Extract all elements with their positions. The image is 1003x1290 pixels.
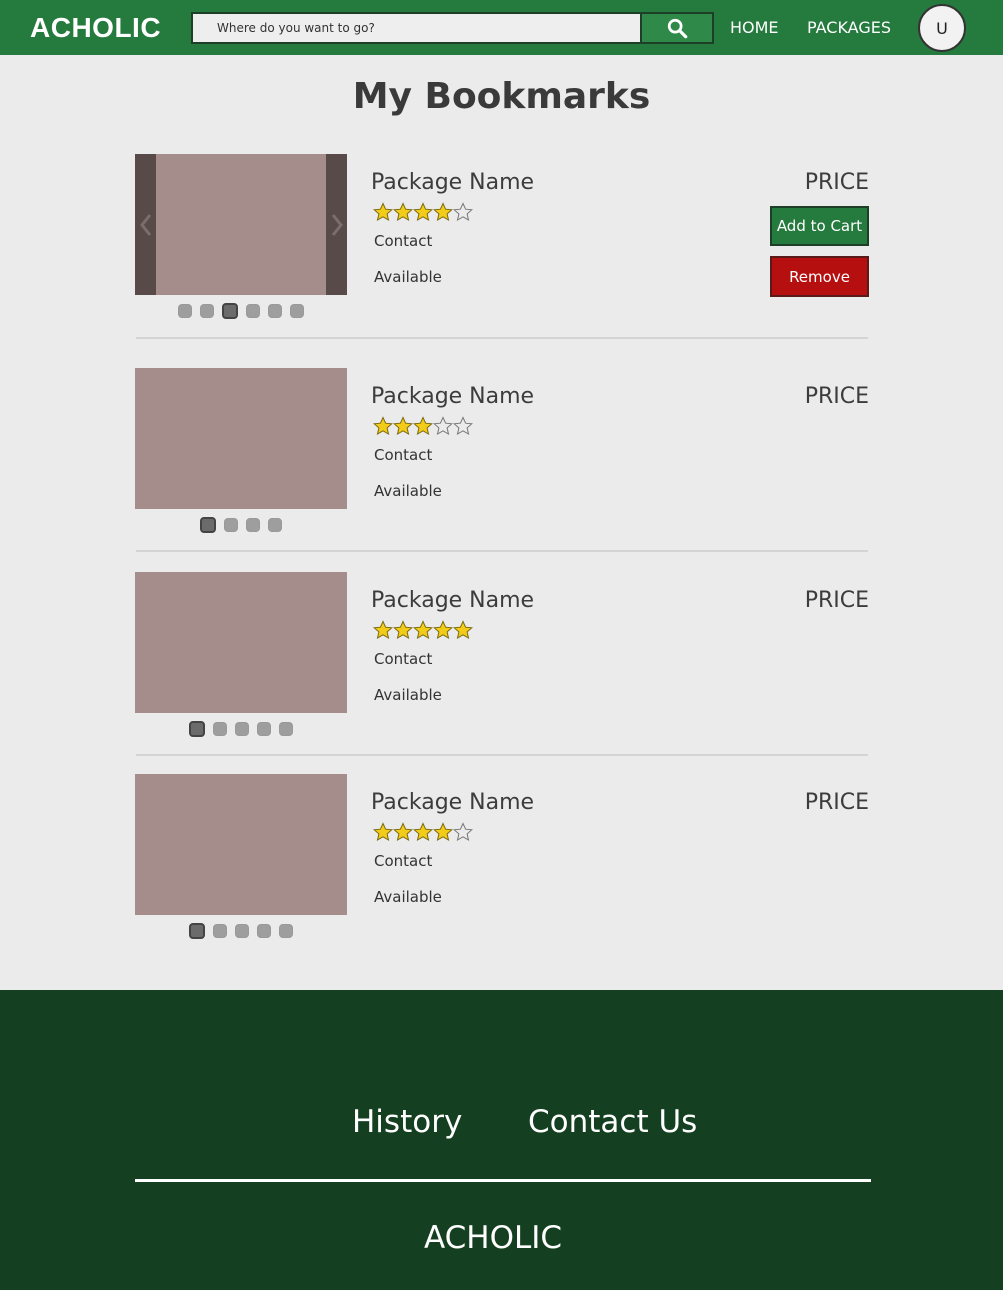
search-icon — [667, 18, 688, 39]
star-filled-icon — [393, 620, 413, 640]
add-to-cart-button[interactable]: Add to Cart — [770, 206, 869, 246]
footer-history-link[interactable]: History — [352, 1104, 462, 1140]
star-filled-icon — [413, 620, 433, 640]
package-availability: Available — [374, 888, 442, 906]
carousel-dot[interactable] — [189, 721, 205, 737]
package-contact: Contact — [374, 650, 433, 668]
top-navbar: ACHOLIC HOME PACKAGES U — [0, 0, 1003, 55]
star-rating — [373, 416, 473, 436]
star-rating — [373, 822, 473, 842]
search-bar — [191, 12, 714, 44]
bookmark-card: Package Name Contact Available PRICE Add… — [135, 154, 869, 324]
footer-divider — [135, 1179, 871, 1182]
package-image[interactable] — [135, 368, 347, 509]
star-empty-icon — [453, 416, 473, 436]
package-contact: Contact — [374, 852, 433, 870]
prev-image-button[interactable] — [135, 154, 156, 295]
package-name[interactable]: Package Name — [371, 170, 534, 195]
footer-logo: ACHOLIC — [423, 1220, 563, 1256]
star-filled-icon — [373, 822, 393, 842]
carousel-dot[interactable] — [257, 924, 271, 938]
carousel-dot[interactable] — [224, 518, 238, 532]
star-filled-icon — [413, 416, 433, 436]
image-carousel-dots — [135, 303, 347, 319]
carousel-dot[interactable] — [246, 518, 260, 532]
image-carousel-dots — [135, 517, 347, 533]
package-availability: Available — [374, 268, 442, 286]
footer: History Contact Us ACHOLIC — [0, 990, 1003, 1290]
star-filled-icon — [413, 822, 433, 842]
package-image[interactable] — [135, 154, 347, 295]
package-image[interactable] — [135, 572, 347, 713]
carousel-dot[interactable] — [290, 304, 304, 318]
footer-contact-link[interactable]: Contact Us — [528, 1104, 697, 1140]
package-image[interactable] — [135, 774, 347, 915]
star-filled-icon — [433, 202, 453, 222]
star-filled-icon — [433, 620, 453, 640]
star-filled-icon — [393, 416, 413, 436]
chevron-left-icon — [139, 213, 151, 236]
next-image-button[interactable] — [326, 154, 347, 295]
package-price: PRICE — [804, 790, 869, 815]
package-name[interactable]: Package Name — [371, 588, 534, 613]
package-name[interactable]: Package Name — [371, 384, 534, 409]
package-availability: Available — [374, 686, 442, 704]
carousel-dot[interactable] — [178, 304, 192, 318]
user-avatar[interactable]: U — [918, 4, 966, 52]
bookmark-card: Package Name Contact Available PRICE — [135, 774, 869, 944]
bookmark-card: Package Name Contact Available PRICE — [135, 368, 869, 538]
divider — [136, 754, 868, 756]
nav-home[interactable]: HOME — [730, 18, 779, 37]
carousel-dot[interactable] — [279, 722, 293, 736]
page-title: My Bookmarks — [352, 76, 651, 117]
star-filled-icon — [433, 822, 453, 842]
star-filled-icon — [373, 202, 393, 222]
star-filled-icon — [453, 620, 473, 640]
carousel-dot[interactable] — [246, 304, 260, 318]
star-filled-icon — [373, 416, 393, 436]
package-availability: Available — [374, 482, 442, 500]
package-price: PRICE — [804, 170, 869, 195]
carousel-dot[interactable] — [268, 304, 282, 318]
star-rating — [373, 620, 473, 640]
star-filled-icon — [413, 202, 433, 222]
remove-button[interactable]: Remove — [770, 256, 869, 297]
nav-packages[interactable]: PACKAGES — [807, 18, 891, 37]
carousel-dot[interactable] — [189, 923, 205, 939]
star-rating — [373, 202, 473, 222]
image-carousel-dots — [135, 721, 347, 737]
star-empty-icon — [433, 416, 453, 436]
image-carousel-dots — [135, 923, 347, 939]
carousel-dot[interactable] — [268, 518, 282, 532]
carousel-dot[interactable] — [200, 304, 214, 318]
brand-logo[interactable]: ACHOLIC — [30, 12, 161, 44]
carousel-dot[interactable] — [235, 924, 249, 938]
carousel-dot[interactable] — [235, 722, 249, 736]
carousel-dot[interactable] — [222, 303, 238, 319]
carousel-dot[interactable] — [213, 924, 227, 938]
package-price: PRICE — [804, 588, 869, 613]
package-price: PRICE — [804, 384, 869, 409]
carousel-dot[interactable] — [213, 722, 227, 736]
star-empty-icon — [453, 202, 473, 222]
search-input[interactable] — [193, 14, 640, 42]
divider — [136, 550, 868, 552]
search-button[interactable] — [640, 12, 714, 44]
package-name[interactable]: Package Name — [371, 790, 534, 815]
carousel-dot[interactable] — [279, 924, 293, 938]
divider — [136, 337, 868, 339]
package-contact: Contact — [374, 446, 433, 464]
package-contact: Contact — [374, 232, 433, 250]
carousel-dot[interactable] — [200, 517, 216, 533]
star-filled-icon — [393, 202, 413, 222]
bookmark-card: Package Name Contact Available PRICE — [135, 572, 869, 742]
carousel-dot[interactable] — [257, 722, 271, 736]
star-empty-icon — [453, 822, 473, 842]
chevron-right-icon — [331, 213, 343, 236]
star-filled-icon — [393, 822, 413, 842]
star-filled-icon — [373, 620, 393, 640]
